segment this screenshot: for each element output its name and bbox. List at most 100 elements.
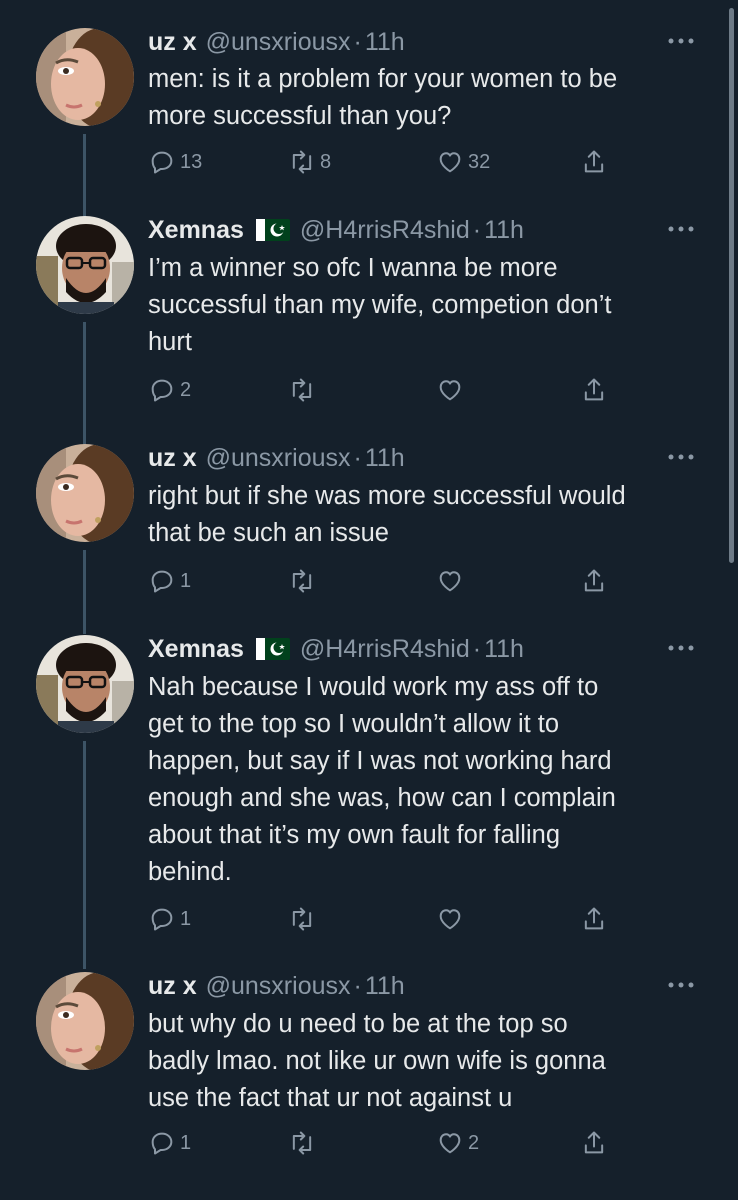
text-line: Nah because I would work my ass off to	[148, 673, 599, 701]
more-icon[interactable]	[666, 970, 696, 1000]
text-line: use the fact that ur not against u	[148, 1084, 513, 1112]
reply-icon	[151, 1132, 173, 1155]
retweet-icon	[292, 1131, 312, 1155]
more-icon[interactable]	[666, 633, 696, 663]
display-name[interactable]: uz x	[148, 972, 197, 1001]
handle[interactable]: @H4rrisR4shid	[300, 635, 470, 664]
text-line: I’m a winner so ofc I wanna be more	[148, 254, 558, 282]
tweet-text: I’m a winner so ofc I wanna be more succ…	[148, 250, 708, 361]
text-line: but why do u need to be at the top so	[148, 1010, 568, 1038]
reply-button[interactable]: 1	[148, 1125, 191, 1161]
action-bar: 1	[148, 901, 628, 937]
more-icon[interactable]	[666, 442, 696, 472]
avatar-uzx[interactable]	[36, 28, 134, 126]
like-count: 2	[468, 1131, 480, 1154]
avatar-uzx[interactable]	[36, 972, 134, 1070]
text-line: hurt	[148, 328, 192, 356]
reply-count: 1	[180, 907, 192, 930]
tweet-header: uz x @unsxriousx · 11h	[148, 24, 405, 60]
timestamp[interactable]: 11h	[484, 216, 524, 245]
reply-button[interactable]: 1	[148, 901, 191, 937]
text-line: right but if she was more successful wou…	[148, 482, 626, 510]
more-icon[interactable]	[666, 26, 696, 56]
action-bar: 1 2	[148, 1125, 628, 1161]
reply-icon	[151, 151, 173, 174]
retweet-button[interactable]	[288, 901, 316, 937]
share-button[interactable]	[580, 1125, 608, 1161]
scrollbar[interactable]	[729, 8, 734, 563]
text-line: badly lmao. not like ur own wife is gonn…	[148, 1047, 606, 1075]
share-button[interactable]	[580, 144, 608, 180]
like-button[interactable]	[436, 901, 464, 937]
text-line: men: is it a problem for your women to b…	[148, 65, 618, 93]
tweet-header: Xemnas @H4rrisR4shid · 11h	[148, 212, 524, 248]
retweet-button[interactable]	[288, 372, 316, 408]
reply-icon	[151, 570, 173, 593]
handle[interactable]: @unsxriousx	[206, 972, 351, 1001]
text-line: about that it’s my own fault for falling	[148, 821, 560, 849]
display-name[interactable]: uz x	[148, 28, 197, 57]
handle[interactable]: @unsxriousx	[206, 28, 351, 57]
text-line: enough and she was, how can I complain	[148, 784, 616, 812]
text-line: more successful than you?	[148, 102, 452, 130]
text-line: behind.	[148, 858, 232, 886]
thread-line	[83, 322, 86, 446]
like-icon	[439, 152, 461, 173]
like-icon	[439, 571, 461, 592]
avatar-uzx[interactable]	[36, 444, 134, 542]
share-button[interactable]	[580, 901, 608, 937]
retweet-count: 8	[320, 150, 332, 173]
action-bar: 2	[148, 372, 628, 408]
timestamp[interactable]: 11h	[484, 635, 524, 664]
reply-button[interactable]: 1	[148, 563, 191, 599]
action-bar: 1	[148, 563, 628, 599]
retweet-icon	[292, 378, 312, 402]
pakistan-flag-icon	[255, 219, 290, 241]
like-button[interactable]: 32	[436, 144, 490, 180]
retweet-icon	[292, 569, 312, 593]
like-button[interactable]	[436, 372, 464, 408]
retweet-button[interactable]	[288, 1125, 316, 1161]
retweet-button[interactable]: 8	[288, 144, 331, 180]
reply-icon	[151, 379, 173, 402]
separator-dot: ·	[353, 443, 362, 472]
like-button[interactable]: 2	[436, 1125, 479, 1161]
display-name[interactable]: Xemnas	[148, 635, 244, 664]
tweet-text: but why do u need to be at the top so ba…	[148, 1006, 708, 1117]
reply-button[interactable]: 13	[148, 144, 202, 180]
pakistan-flag-icon	[255, 638, 290, 660]
like-count: 32	[468, 150, 491, 173]
share-icon	[584, 569, 604, 592]
tweet-text: Nah because I would work my ass off to g…	[148, 669, 708, 891]
reply-count: 13	[180, 150, 203, 173]
like-button[interactable]	[436, 563, 464, 599]
share-icon	[584, 150, 604, 173]
more-icon[interactable]	[666, 214, 696, 244]
action-bar: 13 8 32	[148, 144, 628, 180]
avatar-xemnas[interactable]	[36, 635, 134, 733]
handle[interactable]: @unsxriousx	[206, 444, 351, 473]
text-line: that be such an issue	[148, 519, 389, 547]
timestamp[interactable]: 11h	[365, 28, 405, 57]
reply-button[interactable]: 2	[148, 372, 191, 408]
like-icon	[439, 909, 461, 930]
text-line: get to the top so I wouldn’t allow it to	[148, 710, 560, 738]
share-button[interactable]	[580, 372, 608, 408]
share-button[interactable]	[580, 563, 608, 599]
timestamp[interactable]: 11h	[365, 972, 405, 1001]
display-name[interactable]: uz x	[148, 444, 197, 473]
avatar-xemnas[interactable]	[36, 216, 134, 314]
timestamp[interactable]: 11h	[365, 444, 405, 473]
tweet-text: men: is it a problem for your women to b…	[148, 61, 708, 135]
text-line: happen, but say if I was not working har…	[148, 747, 612, 775]
share-icon	[584, 1131, 604, 1154]
retweet-button[interactable]	[288, 563, 316, 599]
tweet-header: Xemnas @H4rrisR4shid · 11h	[148, 631, 524, 667]
handle[interactable]: @H4rrisR4shid	[300, 216, 470, 245]
separator-dot: ·	[472, 634, 482, 663]
like-icon	[439, 380, 461, 401]
display-name[interactable]: Xemnas	[148, 216, 244, 245]
retweet-icon	[292, 907, 312, 931]
tweet-header: uz x @unsxriousx · 11h	[148, 440, 405, 476]
reply-count: 2	[180, 378, 192, 401]
